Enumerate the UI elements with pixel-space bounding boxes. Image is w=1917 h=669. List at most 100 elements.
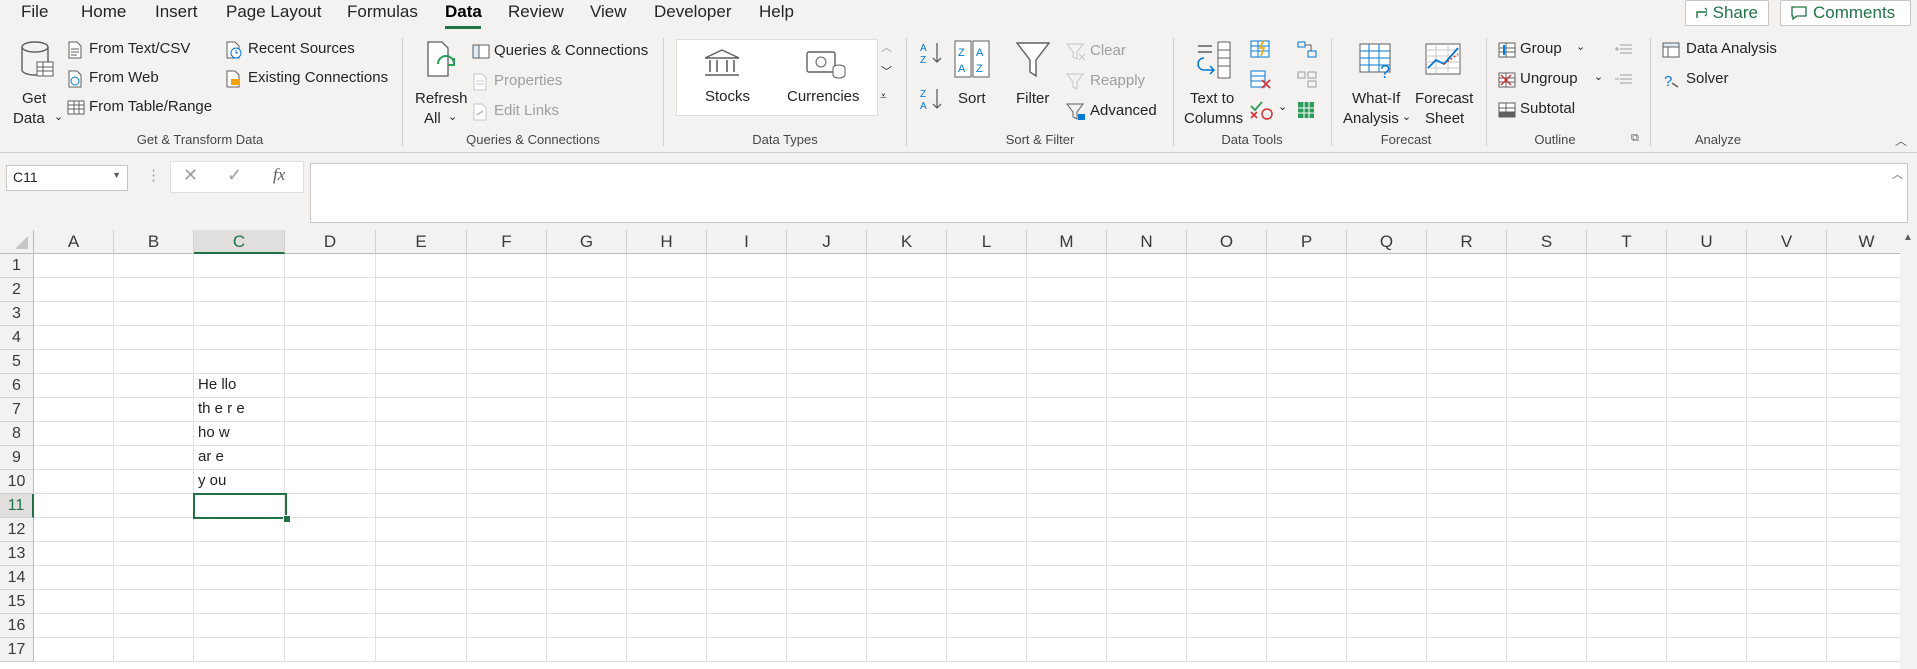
cell-j11[interactable] xyxy=(787,494,867,518)
cell-r17[interactable] xyxy=(1427,638,1507,662)
cell-w17[interactable] xyxy=(1827,638,1907,662)
cell-i14[interactable] xyxy=(707,566,787,590)
cell-f1[interactable] xyxy=(467,254,547,278)
cell-p4[interactable] xyxy=(1267,326,1347,350)
cell-a12[interactable] xyxy=(34,518,114,542)
cell-e10[interactable] xyxy=(376,470,467,494)
cell-n5[interactable] xyxy=(1107,350,1187,374)
cell-w12[interactable] xyxy=(1827,518,1907,542)
cell-q6[interactable] xyxy=(1347,374,1427,398)
cell-v5[interactable] xyxy=(1747,350,1827,374)
cell-k5[interactable] xyxy=(867,350,947,374)
cell-p12[interactable] xyxy=(1267,518,1347,542)
cell-f4[interactable] xyxy=(467,326,547,350)
cell-h8[interactable] xyxy=(627,422,707,446)
cell-n16[interactable] xyxy=(1107,614,1187,638)
cell-g14[interactable] xyxy=(547,566,627,590)
collapse-ribbon-icon[interactable]: ︿ xyxy=(1895,132,1907,149)
cell-b15[interactable] xyxy=(114,590,194,614)
column-header-b[interactable]: B xyxy=(114,230,194,254)
cell-d5[interactable] xyxy=(285,350,376,374)
cell-h14[interactable] xyxy=(627,566,707,590)
row-header-8[interactable]: 8 xyxy=(0,422,34,446)
cell-t11[interactable] xyxy=(1587,494,1667,518)
cell-g11[interactable] xyxy=(547,494,627,518)
cell-i4[interactable] xyxy=(707,326,787,350)
row-header-7[interactable]: 7 xyxy=(0,398,34,422)
cell-o4[interactable] xyxy=(1187,326,1267,350)
cell-k16[interactable] xyxy=(867,614,947,638)
cell-l17[interactable] xyxy=(947,638,1027,662)
cell-e3[interactable] xyxy=(376,302,467,326)
cell-n3[interactable] xyxy=(1107,302,1187,326)
cell-m11[interactable] xyxy=(1027,494,1107,518)
cell-n4[interactable] xyxy=(1107,326,1187,350)
cell-c15[interactable] xyxy=(194,590,285,614)
cell-m9[interactable] xyxy=(1027,446,1107,470)
row-header-13[interactable]: 13 xyxy=(0,542,34,566)
cell-b2[interactable] xyxy=(114,278,194,302)
cell-o5[interactable] xyxy=(1187,350,1267,374)
cell-k6[interactable] xyxy=(867,374,947,398)
cell-a4[interactable] xyxy=(34,326,114,350)
cell-g5[interactable] xyxy=(547,350,627,374)
cell-s9[interactable] xyxy=(1507,446,1587,470)
cell-j15[interactable] xyxy=(787,590,867,614)
cell-l3[interactable] xyxy=(947,302,1027,326)
cell-g7[interactable] xyxy=(547,398,627,422)
cell-b1[interactable] xyxy=(114,254,194,278)
cell-i3[interactable] xyxy=(707,302,787,326)
cell-d2[interactable] xyxy=(285,278,376,302)
row-header-12[interactable]: 12 xyxy=(0,518,34,542)
cell-p15[interactable] xyxy=(1267,590,1347,614)
cell-v4[interactable] xyxy=(1747,326,1827,350)
cell-a13[interactable] xyxy=(34,542,114,566)
cell-v9[interactable] xyxy=(1747,446,1827,470)
cell-l13[interactable] xyxy=(947,542,1027,566)
cell-w5[interactable] xyxy=(1827,350,1907,374)
insert-function-icon[interactable]: fx xyxy=(273,165,285,185)
cell-q8[interactable] xyxy=(1347,422,1427,446)
cell-t2[interactable] xyxy=(1587,278,1667,302)
cell-i6[interactable] xyxy=(707,374,787,398)
cell-e7[interactable] xyxy=(376,398,467,422)
column-header-f[interactable]: F xyxy=(467,230,547,254)
cell-j9[interactable] xyxy=(787,446,867,470)
cell-q15[interactable] xyxy=(1347,590,1427,614)
cell-w16[interactable] xyxy=(1827,614,1907,638)
cell-q1[interactable] xyxy=(1347,254,1427,278)
cell-v14[interactable] xyxy=(1747,566,1827,590)
chevron-down-icon[interactable]: ﹀ xyxy=(881,63,892,79)
cell-n1[interactable] xyxy=(1107,254,1187,278)
cell-j7[interactable] xyxy=(787,398,867,422)
cell-q2[interactable] xyxy=(1347,278,1427,302)
cell-d14[interactable] xyxy=(285,566,376,590)
cell-w15[interactable] xyxy=(1827,590,1907,614)
cell-u16[interactable] xyxy=(1667,614,1747,638)
cell-f8[interactable] xyxy=(467,422,547,446)
cell-s1[interactable] xyxy=(1507,254,1587,278)
cell-f2[interactable] xyxy=(467,278,547,302)
cell-d16[interactable] xyxy=(285,614,376,638)
column-header-u[interactable]: U xyxy=(1667,230,1747,254)
cell-i8[interactable] xyxy=(707,422,787,446)
cell-t8[interactable] xyxy=(1587,422,1667,446)
cell-v17[interactable] xyxy=(1747,638,1827,662)
cell-m4[interactable] xyxy=(1027,326,1107,350)
cell-w11[interactable] xyxy=(1827,494,1907,518)
cell-q3[interactable] xyxy=(1347,302,1427,326)
cell-g3[interactable] xyxy=(547,302,627,326)
refresh-all-button[interactable]: Refresh All ⌄ xyxy=(412,38,468,127)
cell-p16[interactable] xyxy=(1267,614,1347,638)
cell-c10[interactable]: y ou xyxy=(194,470,285,494)
cell-b3[interactable] xyxy=(114,302,194,326)
column-header-d[interactable]: D xyxy=(285,230,376,254)
cell-i2[interactable] xyxy=(707,278,787,302)
cell-i1[interactable] xyxy=(707,254,787,278)
cell-t13[interactable] xyxy=(1587,542,1667,566)
cell-u1[interactable] xyxy=(1667,254,1747,278)
cell-f3[interactable] xyxy=(467,302,547,326)
cell-l5[interactable] xyxy=(947,350,1027,374)
cell-r1[interactable] xyxy=(1427,254,1507,278)
cell-f16[interactable] xyxy=(467,614,547,638)
